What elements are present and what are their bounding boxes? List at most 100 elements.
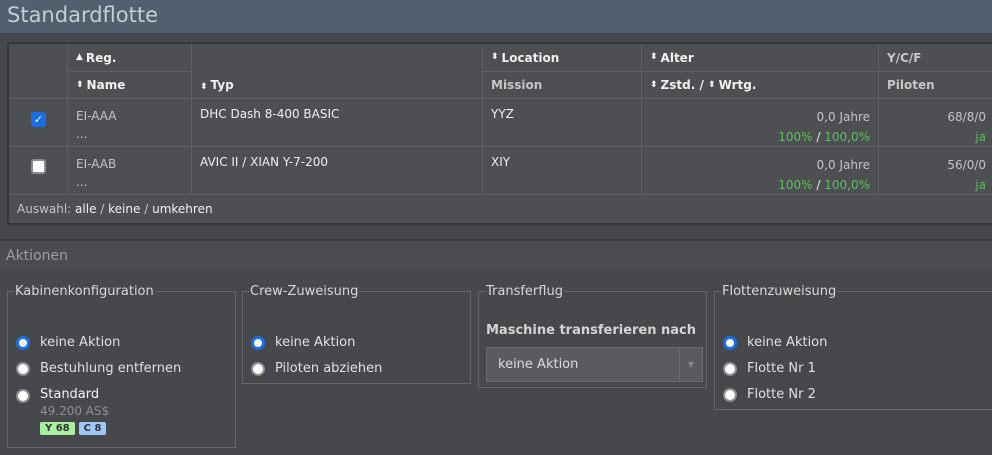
radio-kabinen-standard[interactable]: Standard 49.200 AS$ Y 68 C 8 [16,387,110,435]
header-wrtg[interactable]: Wrtg. [719,78,757,92]
radio-button[interactable] [723,335,737,350]
aircraft-name: ... [76,127,88,141]
header-label: Mission [491,78,543,92]
sort-asc-icon: ▲ [76,52,83,62]
header-ycf: Y/C/F [879,44,992,72]
config-price: 49.200 AS$ [40,404,110,418]
location-cell: XIY [483,147,642,195]
header-reg[interactable]: ▲ Reg. [68,44,192,72]
aircraft-name: ... [76,175,88,189]
actions-header: Aktionen [0,239,992,270]
maintenance: 100,0% [824,178,870,192]
select-all-link[interactable]: alle [75,202,96,216]
condition: 100% [778,130,813,144]
pilots-status: ja [975,130,986,144]
badge-business: C 8 [78,422,107,435]
row-checkbox[interactable] [31,159,46,174]
reg-cell: EI-AAB... [68,147,192,195]
radio-kabinen-remove[interactable]: Bestuhlung entfernen [16,361,181,376]
select-col-header [9,44,68,99]
reg-link[interactable]: EI-AAA [76,107,183,125]
header-label: Name [86,78,126,92]
sort-icon: ⬍ [200,82,208,92]
header-label: Piloten [887,78,935,92]
radio-crew-remove[interactable]: Piloten abziehen [251,361,382,376]
radio-button[interactable] [16,389,30,403]
reg-cell: EI-AAA... [68,99,192,147]
header-zstd[interactable]: Zstd. [661,78,696,92]
radio-crew-none[interactable]: keine Aktion [251,335,355,350]
condition: 100% [778,178,813,192]
fleet-table: ▲ Reg. ⬍ Typ ⬍ Location ⬍ Alter Y/C/F ⬍ Name … [7,42,992,225]
selection-label: Auswahl: [17,202,72,216]
actions-title: Aktionen [6,248,68,264]
chevron-down-icon: ▼ [679,348,702,381]
radio-button[interactable] [251,361,265,376]
separator: / [100,202,105,216]
cabin-config-fieldset: Kabinenkonfiguration keine Aktion Bestuh… [7,284,236,448]
selection-footer: Auswahl: alle / keine / umkehren [17,202,213,216]
transfer-destination-select[interactable]: keine Aktion ▼ [486,347,703,382]
sort-icon: ⬍ [650,52,658,62]
ycf-cell: 68/8/0 ja [879,99,992,147]
radio-kabinen-none[interactable]: keine Aktion [16,335,120,350]
radio-label: Flotte Nr 1 [747,361,816,376]
radio-button[interactable] [723,387,737,402]
sort-icon: ⬍ [491,52,499,62]
header-piloten: Piloten [879,72,992,99]
title-bar: Standardflotte [0,0,992,35]
fleet-assign-fieldset: Flottenzuweisung keine Aktion Flotte Nr … [714,284,992,410]
radio-label: Piloten abziehen [275,361,383,376]
sort-icon[interactable]: ⬍ [708,80,716,90]
sort-icon: ⬍ [76,79,84,90]
seat-config: 68/8/0 [947,110,986,124]
typ-cell: DHC Dash 8-400 BASIC [192,99,483,147]
header-label: Reg. [85,50,117,65]
page-title: Standardflotte [7,3,158,27]
row-select-cell [9,147,68,195]
age: 0,0 Jahre [816,158,870,172]
maintenance: 100,0% [824,130,870,144]
radio-label: keine Aktion [40,335,121,350]
badge-economy: Y 68 [40,422,75,435]
header-name[interactable]: ⬍ Name [68,72,192,99]
age: 0,0 Jahre [816,110,870,124]
radio-button[interactable] [723,361,737,376]
fieldset-legend: Transferflug [486,284,563,299]
radio-label: Bestuhlung entfernen [40,361,182,376]
select-none-link[interactable]: keine [108,202,140,216]
ycf-cell: 56/0/0 ja [879,147,992,195]
transfer-label: Maschine transferieren nach [486,323,697,338]
radio-flotte-none[interactable]: keine Aktion [723,335,827,350]
radio-button[interactable] [251,335,265,350]
header-label: Location [501,50,560,65]
radio-label: Flotte Nr 2 [747,387,816,402]
sort-icon[interactable]: ⬍ [650,80,658,90]
separator: / [699,78,704,92]
row-checkbox[interactable]: ✓ [31,112,46,127]
header-alter[interactable]: ⬍ Alter [642,44,879,72]
header-mission: Mission [483,72,642,99]
crew-fieldset: Crew-Zuweisung keine Aktion Piloten abzi… [242,284,471,384]
pilots-status: ja [975,178,986,192]
header-label: Alter [660,50,694,65]
header-zstd-wrtg: ⬍ Zstd. / ⬍ Wrtg. [642,72,879,99]
fieldset-legend: Flottenzuweisung [722,284,837,299]
header-location[interactable]: ⬍ Location [483,44,642,72]
typ-cell: AVIC II / XIAN Y-7-200 [192,147,483,195]
radio-label: keine Aktion [747,335,828,350]
radio-button[interactable] [16,335,30,350]
reg-link[interactable]: EI-AAB [76,155,183,173]
fieldset-legend: Kabinenkonfiguration [15,284,154,299]
radio-flotte-2[interactable]: Flotte Nr 2 [723,387,816,402]
alter-cell: 0,0 Jahre 100% / 100,0% [642,99,879,147]
radio-flotte-1[interactable]: Flotte Nr 1 [723,361,816,376]
seat-config: 56/0/0 [947,158,986,172]
radio-label: keine Aktion [275,335,356,350]
fieldset-legend: Crew-Zuweisung [250,284,359,299]
radio-button[interactable] [16,361,30,376]
separator: / [144,202,149,216]
header-label: Y/C/F [887,50,922,65]
header-typ[interactable]: ⬍ Typ [192,44,483,99]
invert-selection-link[interactable]: umkehren [152,202,212,216]
